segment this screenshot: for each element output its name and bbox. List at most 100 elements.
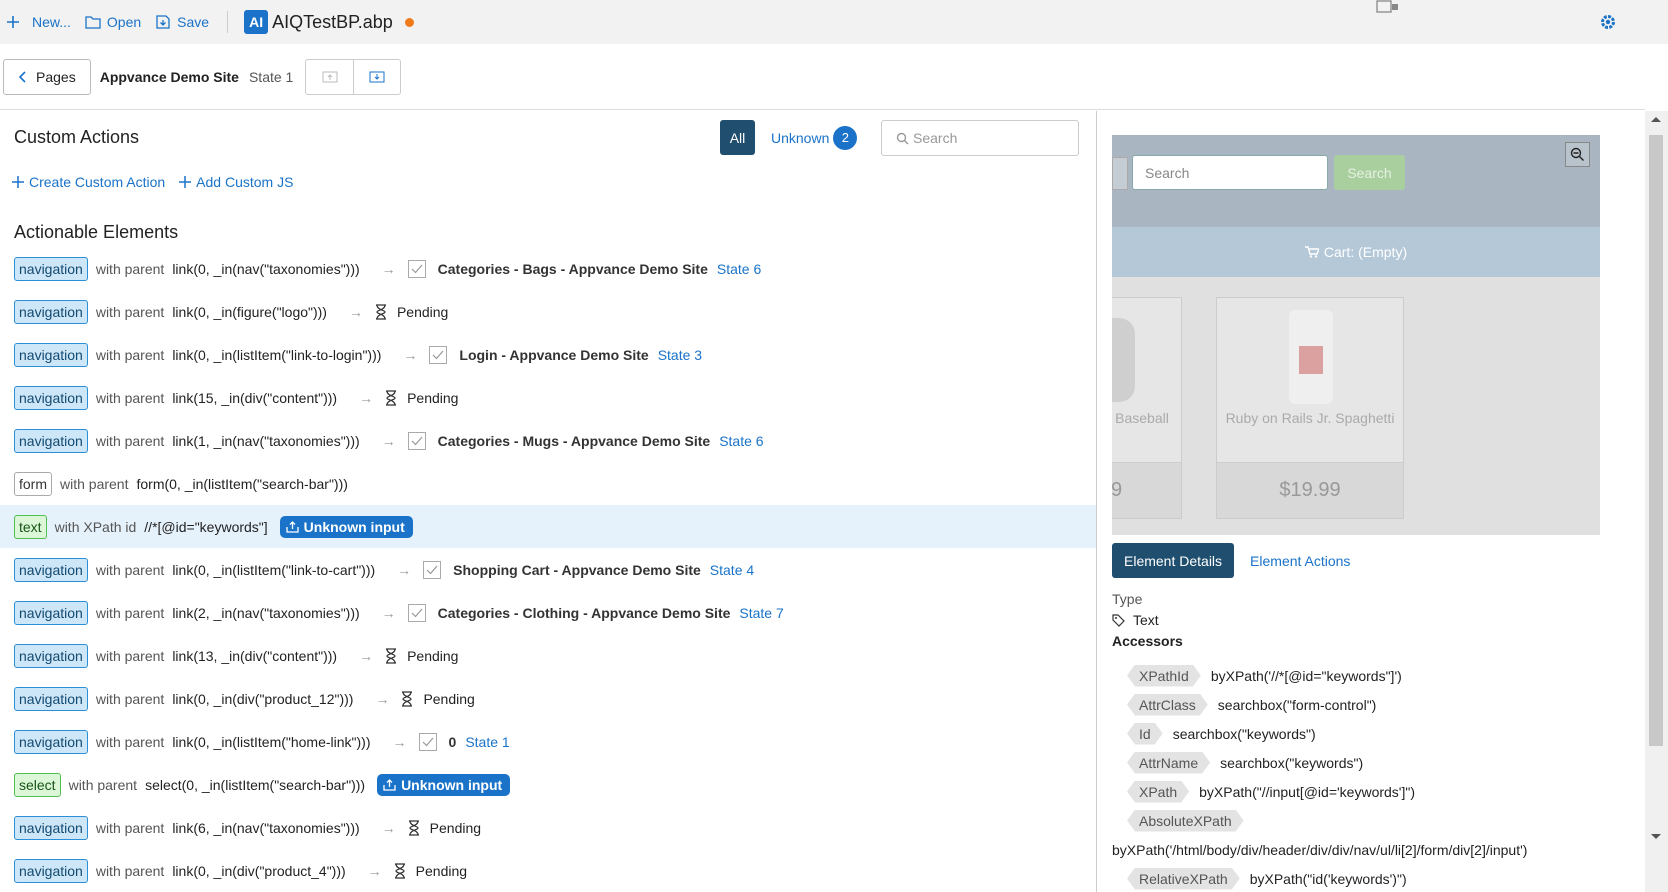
tab-element-details[interactable]: Element Details xyxy=(1112,543,1235,578)
download-icon[interactable] xyxy=(353,59,400,94)
actionable-row[interactable]: navigation with parent link(0, _in(div("pr… xyxy=(0,849,1096,892)
arrow-icon: → xyxy=(381,432,396,449)
new-button[interactable]: New... xyxy=(6,14,71,30)
scrollbar[interactable] xyxy=(1645,111,1668,892)
add-custom-js-link[interactable]: Add Custom JS xyxy=(179,174,293,190)
upload-icon[interactable] xyxy=(306,60,353,94)
state-link[interactable]: State 7 xyxy=(739,605,783,621)
actionable-row[interactable]: navigation with parent link(0, _in(listIte… xyxy=(0,548,1096,591)
settings-gear-icon[interactable] xyxy=(1599,13,1617,34)
actionable-row[interactable]: navigation with parent link(0, _in(nav("ta… xyxy=(0,247,1096,290)
target-page-name: Shopping Cart - Appvance Demo Site xyxy=(453,561,701,578)
locator-prefix: with parent xyxy=(95,432,165,449)
preview-cart: Cart: (Empty) xyxy=(1112,227,1600,277)
pages-back-button[interactable]: Pages xyxy=(3,58,91,95)
state-link[interactable]: State 4 xyxy=(710,562,754,578)
locator-prefix: with XPath id xyxy=(54,518,137,535)
preview-search-button: Search xyxy=(1334,155,1405,190)
save-button[interactable]: Save xyxy=(155,14,209,30)
actionable-row[interactable]: text with XPath id //*[@id="keywords"] Unkn… xyxy=(0,505,1096,548)
actionable-row[interactable]: navigation with parent link(0, _in(figure(… xyxy=(0,290,1096,333)
arrow-icon: → xyxy=(367,862,382,879)
element-type-tag: navigation xyxy=(14,600,88,625)
actionable-row[interactable]: navigation with parent link(0, _in(listIte… xyxy=(0,333,1096,376)
custom-actions-heading: Custom Actions xyxy=(14,127,140,147)
preview-select xyxy=(1112,157,1128,190)
actionable-row[interactable]: navigation with parent link(0, _in(div("pr… xyxy=(0,677,1096,720)
product-image xyxy=(1289,310,1333,404)
accessor-row: AbsoluteXPath xyxy=(1127,806,1627,835)
element-type-tag: navigation xyxy=(14,256,88,281)
page-icon-group xyxy=(305,58,402,95)
filter-all-button[interactable]: All xyxy=(720,120,755,155)
accessor-name-chip: AttrClass xyxy=(1127,694,1208,716)
tab-element-actions[interactable]: Element Actions xyxy=(1250,553,1350,569)
checkbox-icon xyxy=(429,345,448,364)
unknown-input-button[interactable]: Unknown input xyxy=(377,773,511,796)
preview-search-input: Search xyxy=(1132,155,1328,190)
unknown-input-button[interactable]: Unknown input xyxy=(279,515,413,538)
arrow-icon: → xyxy=(375,690,390,707)
pending-status: Pending xyxy=(415,862,468,879)
type-label: Type xyxy=(1112,591,1143,607)
filter-group: All Unknown 2 xyxy=(720,120,858,155)
folder-icon xyxy=(85,16,101,29)
hourglass-icon xyxy=(408,819,420,836)
page-state: State 1 xyxy=(248,68,294,85)
type-value: Text xyxy=(1133,612,1159,628)
locator-code: link(0, _in(listItem("link-to-login"))) xyxy=(172,346,382,363)
accessor-value: byXPath("id('keywords')") xyxy=(1249,870,1407,887)
actionable-row[interactable]: navigation with parent link(0, _in(listIte… xyxy=(0,720,1096,763)
create-custom-action-link[interactable]: Create Custom Action xyxy=(12,174,165,190)
checkbox-icon xyxy=(407,431,426,450)
details-tabs: Element Details Element Actions xyxy=(1112,543,1350,578)
filter-unknown-label: Unknown xyxy=(771,129,830,146)
pending-status: Pending xyxy=(423,690,475,707)
checkbox-icon xyxy=(407,259,426,278)
pending-status: Pending xyxy=(396,303,449,320)
preview-product-card: Ruby on Rails Jr. Spaghetti $19.99 xyxy=(1216,297,1404,519)
actionable-row[interactable]: navigation with parent link(6, _in(nav("ta… xyxy=(0,806,1096,849)
product-price: $19.99 xyxy=(1217,462,1403,518)
hourglass-icon xyxy=(385,647,397,664)
accessor-row: XPathId byXPath('//*[@id="keywords"]') xyxy=(1127,661,1627,690)
target-page-name: Categories - Bags - Appvance Demo Site xyxy=(437,260,708,277)
scrollbar-thumb[interactable] xyxy=(1649,135,1663,746)
actionable-row[interactable]: navigation with parent link(2, _in(nav("ta… xyxy=(0,591,1096,634)
site-name: Appvance Demo Site xyxy=(99,68,239,85)
element-type-tag: select xyxy=(14,772,61,797)
element-type-tag: form xyxy=(14,471,52,496)
arrow-icon: → xyxy=(348,303,363,320)
state-link[interactable]: State 3 xyxy=(658,347,702,363)
element-type-tag: navigation xyxy=(14,815,88,840)
actionable-row[interactable]: navigation with parent link(13, _in(div("c… xyxy=(0,634,1096,677)
scroll-down-icon[interactable] xyxy=(1650,833,1662,841)
actionable-row[interactable]: form with parent form(0, _in(listItem("sea… xyxy=(0,462,1096,505)
arrow-icon: → xyxy=(403,346,418,363)
zoom-out-icon[interactable] xyxy=(1565,142,1590,167)
locator-prefix: with parent xyxy=(95,819,165,836)
file-name: AIQTestBP.abp xyxy=(272,11,393,32)
tag-icon xyxy=(1112,613,1125,627)
search-input[interactable]: Search xyxy=(881,120,1079,156)
accessor-value-row: byXPath('/html/body/div/header/div/div/n… xyxy=(1112,835,1627,864)
product-name: Ruby on Rails Jr. Spaghetti xyxy=(1225,410,1395,426)
actionable-row[interactable]: select with parent select(0, _in(listItem(… xyxy=(0,763,1096,806)
scroll-up-icon[interactable] xyxy=(1650,115,1662,123)
locator-prefix: with parent xyxy=(95,647,165,664)
window-icon[interactable] xyxy=(1376,0,1400,17)
state-link[interactable]: State 6 xyxy=(719,433,763,449)
input-icon xyxy=(286,520,299,533)
filter-unknown-button[interactable]: Unknown 2 xyxy=(771,125,858,150)
locator-prefix: with parent xyxy=(95,604,165,621)
locator-prefix: with parent xyxy=(95,862,165,879)
state-link[interactable]: State 1 xyxy=(465,734,509,750)
arrow-icon: → xyxy=(381,260,396,277)
state-link[interactable]: State 6 xyxy=(717,261,761,277)
open-button[interactable]: Open xyxy=(85,14,141,30)
locator-prefix: with parent xyxy=(68,776,138,793)
locator-prefix: with parent xyxy=(60,475,129,492)
actionable-row[interactable]: navigation with parent link(15, _in(div("c… xyxy=(0,376,1096,419)
product-price: 9 xyxy=(1112,462,1181,518)
actionable-row[interactable]: navigation with parent link(1, _in(nav("ta… xyxy=(0,419,1096,462)
